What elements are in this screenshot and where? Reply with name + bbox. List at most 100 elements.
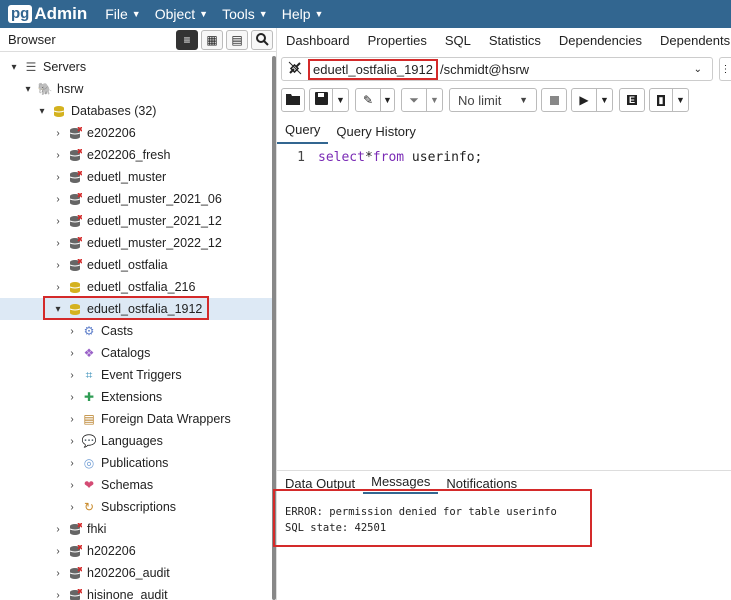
chevron-right-icon[interactable]: › <box>52 150 64 161</box>
tree-item-database[interactable]: › e202206 <box>0 122 273 144</box>
database-icon <box>52 104 66 118</box>
row-limit-value: No limit <box>458 92 502 108</box>
tree-label: eduetl_muster_2021_06 <box>87 192 222 206</box>
chevron-right-icon[interactable]: › <box>66 370 78 381</box>
explain-analyze-button[interactable]: ▮ <box>649 88 673 112</box>
tab-properties[interactable]: Properties <box>359 33 436 48</box>
connection-status-icon <box>282 60 308 79</box>
menu-help[interactable]: Help ▼ <box>282 6 324 22</box>
tab-query[interactable]: Query <box>277 122 329 144</box>
edit-options-button[interactable]: ▼ <box>381 88 395 112</box>
chevron-right-icon[interactable]: › <box>66 392 78 403</box>
server-icon: 🐘 <box>37 82 53 96</box>
tree-item-extensions[interactable]: › ✚ Extensions <box>0 386 273 408</box>
open-file-button[interactable] <box>281 88 305 112</box>
subscriptions-icon: ↻ <box>83 500 95 514</box>
save-options-button[interactable]: ▼ <box>333 88 349 112</box>
tree-item-databases[interactable]: ▾ Databases (32) <box>0 100 273 122</box>
chevron-right-icon[interactable]: › <box>66 436 78 447</box>
selected-db-highlight <box>43 296 209 320</box>
explain-options-button[interactable]: ▼ <box>673 88 689 112</box>
tree-item-casts[interactable]: › ⚙ Casts <box>0 320 273 342</box>
execute-options-button[interactable]: ▼ <box>597 88 613 112</box>
search-objects-button[interactable] <box>251 29 273 50</box>
tab-sql[interactable]: SQL <box>436 33 480 48</box>
tree-item-database[interactable]: › eduetl_ostfalia <box>0 254 273 276</box>
chevron-right-icon[interactable]: › <box>66 502 78 513</box>
edit-button[interactable]: ✎ <box>355 88 381 112</box>
chevron-right-icon[interactable]: › <box>66 480 78 491</box>
connection-menu-button[interactable]: ⋮ <box>719 57 731 81</box>
database-icon <box>68 214 82 228</box>
chevron-down-icon: ▼ <box>430 95 439 105</box>
chevron-right-icon[interactable]: › <box>52 260 64 271</box>
tree-item-database[interactable]: › eduetl_ostfalia_216 <box>0 276 273 298</box>
menu-file[interactable]: File ▼ <box>105 6 140 22</box>
explain-button[interactable]: E <box>619 88 645 112</box>
chevron-right-icon[interactable]: › <box>52 128 64 139</box>
tree-item-database[interactable]: › fhki <box>0 518 273 540</box>
connection-select[interactable]: eduetl_ostfalia_1912 /schmidt@hsrw ⌄ <box>281 57 713 81</box>
chevron-down-icon[interactable]: ▾ <box>22 84 34 95</box>
line-number: 1 <box>297 150 305 165</box>
chevron-right-icon[interactable]: › <box>52 524 64 535</box>
tree-item-languages[interactable]: › 💬 Languages <box>0 430 273 452</box>
tree-item-server[interactable]: ▾ 🐘 hsrw <box>0 78 273 100</box>
filter-rows-button[interactable]: ▤ <box>226 29 248 50</box>
chevron-down-icon[interactable]: ▾ <box>36 106 48 117</box>
tree-item-event-triggers[interactable]: › ⌗ Event Triggers <box>0 364 273 386</box>
chevron-right-icon[interactable]: › <box>52 172 64 183</box>
tree-item-database[interactable]: › eduetl_muster_2022_12 <box>0 232 273 254</box>
tree-item-database[interactable]: › hisinone_audit <box>0 584 273 600</box>
tree-item-servers[interactable]: ▾ ☰ Servers <box>0 56 273 78</box>
tree-item-database[interactable]: › e202206_fresh <box>0 144 273 166</box>
logo-pg: pg <box>8 5 33 23</box>
chevron-right-icon[interactable]: › <box>52 590 64 600</box>
chevron-right-icon[interactable]: › <box>66 326 78 337</box>
view-data-button[interactable]: ▦ <box>201 29 223 50</box>
chevron-right-icon[interactable]: › <box>52 546 64 557</box>
tree-label: eduetl_ostfalia <box>87 258 168 272</box>
chevron-down-icon[interactable]: ▾ <box>8 62 20 73</box>
filter-button[interactable]: ⏷ <box>401 88 427 112</box>
tab-dashboard[interactable]: Dashboard <box>277 33 359 48</box>
chevron-right-icon[interactable]: › <box>66 414 78 425</box>
filter-group: ⏷ ▼ <box>401 88 443 112</box>
row-limit-select[interactable]: No limit ▼ <box>449 88 537 112</box>
menu-object[interactable]: Object ▼ <box>155 6 208 22</box>
tree-item-database[interactable]: › eduetl_muster <box>0 166 273 188</box>
tree-item-database[interactable]: › h202206_audit <box>0 562 273 584</box>
database-icon <box>68 258 82 272</box>
database-icon <box>68 566 82 580</box>
chevron-right-icon[interactable]: › <box>52 568 64 579</box>
table-icon: ▦ <box>206 32 218 47</box>
tab-statistics[interactable]: Statistics <box>480 33 550 48</box>
filter-options-button[interactable]: ▼ <box>427 88 443 112</box>
menu-tools[interactable]: Tools ▼ <box>222 6 268 22</box>
tree-item-database[interactable]: › eduetl_muster_2021_06 <box>0 188 273 210</box>
tree-item-schemas[interactable]: › ❤ Schemas <box>0 474 273 496</box>
chevron-right-icon[interactable]: › <box>52 216 64 227</box>
tree-item-publications[interactable]: › ◎ Publications <box>0 452 273 474</box>
sql-editor[interactable]: 1 select*from userinfo; <box>277 146 731 468</box>
tree-label: Catalogs <box>101 346 151 360</box>
object-explorer-button[interactable]: ≡ <box>176 29 198 50</box>
tab-dependencies[interactable]: Dependencies <box>550 33 651 48</box>
tree-item-foreign-data-wrappers[interactable]: › ▤ Foreign Data Wrappers <box>0 408 273 430</box>
tab-dependents[interactable]: Dependents <box>651 33 731 48</box>
chevron-right-icon[interactable]: › <box>52 238 64 249</box>
chevron-right-icon[interactable]: › <box>52 194 64 205</box>
sql-state: SQL state: 42501 <box>285 522 387 534</box>
tree-item-subscriptions[interactable]: › ↻ Subscriptions <box>0 496 273 518</box>
chevron-right-icon[interactable]: › <box>66 348 78 359</box>
tree-item-catalogs[interactable]: › ❖ Catalogs <box>0 342 273 364</box>
tree-item-database[interactable]: › h202206 <box>0 540 273 562</box>
tree-label: Schemas <box>101 478 154 492</box>
chevron-right-icon[interactable]: › <box>52 282 64 293</box>
chevron-right-icon[interactable]: › <box>66 458 78 469</box>
execute-button[interactable]: ▶ <box>571 88 597 112</box>
tree-item-database[interactable]: › eduetl_muster_2021_12 <box>0 210 273 232</box>
stop-button[interactable] <box>541 88 567 112</box>
save-file-button[interactable] <box>309 88 333 112</box>
tab-query-history[interactable]: Query History <box>328 124 423 144</box>
